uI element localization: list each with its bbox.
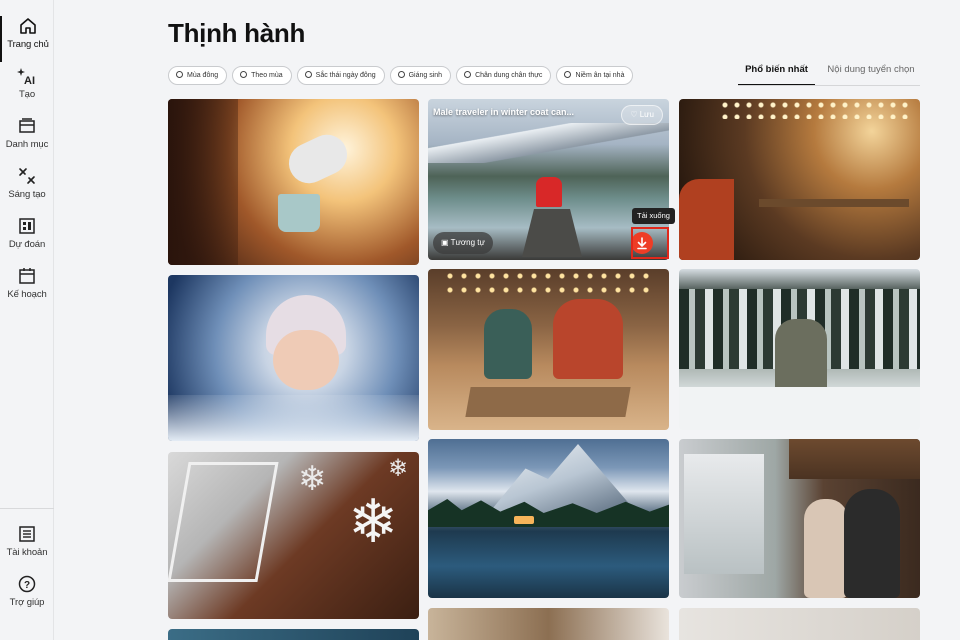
search-icon [304, 71, 312, 78]
photo [168, 629, 419, 640]
sidebar-item-plan[interactable]: Kế hoạch [0, 266, 54, 312]
sidebar-item-label: Tài khoản [6, 547, 48, 558]
photo-face [273, 330, 339, 390]
photo [428, 608, 669, 640]
sidebar-divider [0, 508, 54, 509]
tag-chips: Mùa đông Theo mùa Sắc thái ngày đông Giá… [168, 66, 638, 86]
sidebar-item-creative[interactable]: Sáng tạo [0, 166, 54, 212]
photo-red-chair [679, 179, 734, 260]
download-tooltip: Tải xuống [632, 208, 675, 224]
tab-curated[interactable]: Nội dung tuyển chọn [822, 60, 920, 86]
photo-tile-partial[interactable] [428, 608, 669, 640]
photo-red-jacket [536, 177, 562, 207]
sidebar-item-label: Sáng tạo [8, 189, 46, 200]
save-button[interactable]: ♡ Lưu [621, 105, 663, 125]
hovered-photo-title: Male traveler in winter coat can... [433, 107, 575, 117]
chip-label: Chân dung chân thực [475, 72, 543, 79]
chip-christmas[interactable]: Giáng sinh [389, 66, 452, 85]
tabs-underline [738, 85, 920, 86]
chip-label: Sắc thái ngày đông [315, 72, 376, 79]
sidebar-item-home[interactable]: Trang chủ [0, 16, 54, 62]
photo [679, 608, 920, 640]
photo-tile-cafe[interactable] [679, 99, 920, 260]
sidebar-item-label: Tạo [18, 89, 36, 100]
svg-text:AI: AI [24, 75, 35, 86]
ai-sparkle-icon: AI [17, 68, 35, 86]
photo-person-left [804, 499, 848, 598]
predict-icon [19, 218, 35, 234]
photo-tile-partial[interactable] [679, 608, 920, 640]
photo-cabin-light [514, 516, 534, 524]
similar-button[interactable]: ▣ Tương tự [433, 232, 493, 254]
home-icon [20, 18, 36, 34]
sidebar-item-label: Trợ giúp [9, 597, 45, 608]
snowflake-icon: ❄ [298, 460, 327, 498]
photo-string-lights [719, 99, 909, 119]
photo-person-right [844, 489, 900, 598]
chip-label: Niềm ân tại nhà [575, 72, 625, 79]
account-icon [19, 526, 35, 542]
sidebar-item-label: Kế hoạch [7, 289, 47, 300]
sidebar: Trang chủ AI Tạo Danh mục Sáng tạo Dự đo… [0, 0, 54, 640]
photo-adult [484, 309, 532, 379]
photo-tile-snowflakes[interactable]: ❄ ❄ ❄ [168, 452, 419, 619]
chip-label: Giáng sinh [408, 72, 443, 79]
photo-tile-mountain-lake[interactable] [428, 439, 669, 598]
help-icon: ? [18, 575, 36, 593]
photo-train-window [684, 454, 764, 574]
save-label: Lưu [639, 110, 654, 119]
photo-shadow [168, 99, 238, 265]
chip-winter[interactable]: Mùa đông [168, 66, 228, 85]
catalog-icon [19, 118, 35, 133]
heart-icon: ♡ [630, 110, 638, 119]
photo-child [553, 299, 623, 379]
sort-tabs: Phổ biến nhất Nội dung tuyển chọn [738, 60, 920, 86]
photo-snow [168, 395, 419, 441]
sidebar-item-label: Dự đoán [8, 239, 46, 250]
chip-winter-tones[interactable]: Sắc thái ngày đông [296, 66, 385, 85]
photo-mountains [428, 123, 669, 163]
page-title: Thịnh hành [168, 18, 306, 48]
search-icon [564, 71, 572, 78]
photo-tile-family-baking[interactable] [428, 269, 669, 430]
sidebar-item-predict[interactable]: Dự đoán [0, 216, 54, 262]
photo-tile-child-window[interactable] [168, 275, 419, 441]
photo-baking-tray [465, 387, 631, 417]
chip-seasonal[interactable]: Theo mùa [232, 66, 292, 85]
similar-label: Tương tự [450, 238, 485, 247]
camera-icon: ▣ [441, 238, 449, 247]
photo-string-lights [443, 269, 653, 299]
chip-label: Theo mùa [251, 72, 283, 79]
photo-snow [679, 387, 920, 430]
photo-cup [278, 194, 320, 232]
photo-table [759, 199, 909, 207]
calendar-icon [19, 268, 35, 284]
chip-label: Mùa đông [187, 72, 219, 79]
tab-most-popular[interactable]: Phổ biến nhất [738, 60, 815, 86]
search-icon [464, 71, 472, 78]
download-icon [637, 237, 647, 250]
download-button[interactable] [631, 232, 653, 254]
photo-tile-snowy-hiker[interactable] [679, 269, 920, 430]
snowflake-icon: ❄ [388, 455, 409, 482]
search-icon [240, 71, 248, 78]
sidebar-item-label: Trang chủ [7, 39, 49, 50]
photo-tile-traveler-canoe[interactable]: Male traveler in winter coat can... ♡ Lư… [428, 99, 669, 260]
photo-ceiling [789, 439, 920, 479]
chip-home-comfort[interactable]: Niềm ân tại nhà [556, 66, 634, 85]
search-icon [397, 71, 405, 78]
sidebar-item-account[interactable]: Tài khoản [0, 524, 54, 570]
photo-tile-hot-drink[interactable] [168, 99, 419, 265]
snowflake-icon: ❄ [348, 488, 399, 555]
sidebar-item-help[interactable]: ? Trợ giúp [0, 574, 54, 620]
search-icon [176, 71, 183, 78]
sidebar-item-label: Danh mục [5, 139, 49, 150]
svg-text:?: ? [24, 580, 30, 591]
creative-icon [19, 168, 35, 184]
chip-authentic-portrait[interactable]: Chân dung chân thực [456, 66, 552, 85]
sidebar-item-create[interactable]: AI Tạo [0, 66, 54, 112]
sidebar-item-catalog[interactable]: Danh mục [0, 116, 54, 162]
photo-tile-couple-train[interactable] [679, 439, 920, 598]
photo-tile-partial[interactable] [168, 629, 419, 640]
